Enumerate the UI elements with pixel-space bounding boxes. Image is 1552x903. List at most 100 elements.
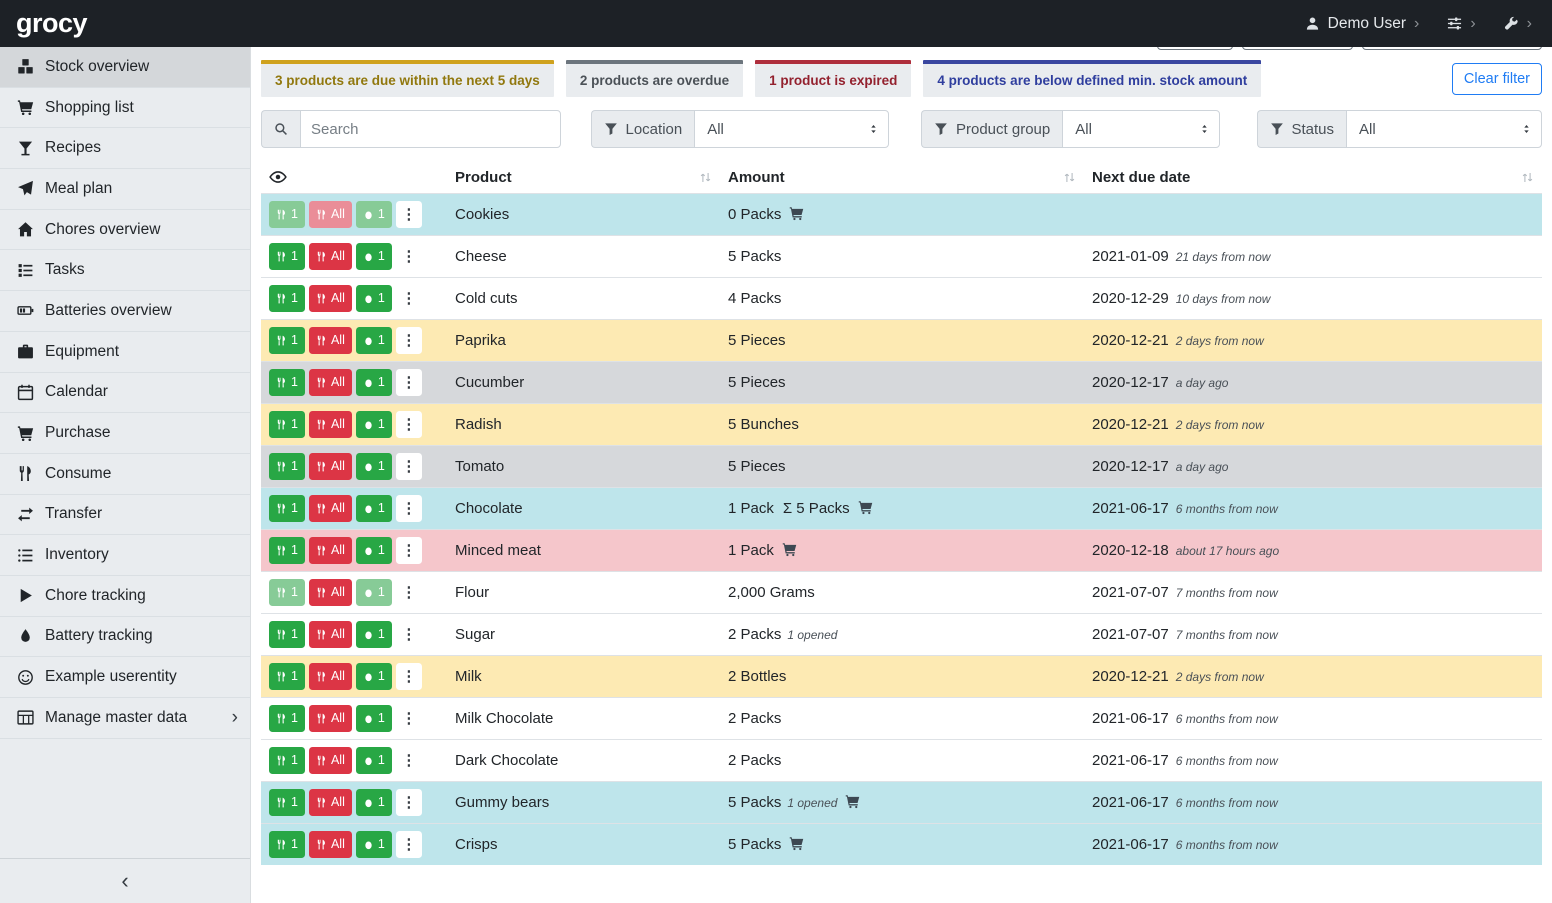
- row-menu-button[interactable]: ⋮: [396, 621, 422, 648]
- sidebar-item-equipment[interactable]: Equipment: [0, 332, 250, 373]
- consume-one-button[interactable]: 1: [269, 285, 305, 312]
- open-one-button[interactable]: 1: [356, 495, 392, 522]
- open-one-button[interactable]: 1: [356, 243, 392, 270]
- sidebar-item-recipes[interactable]: Recipes: [0, 128, 250, 169]
- consume-one-button[interactable]: 1: [269, 453, 305, 480]
- row-menu-button[interactable]: ⋮: [396, 705, 422, 732]
- consume-all-button[interactable]: All: [309, 327, 352, 354]
- open-one-button[interactable]: 1: [356, 369, 392, 396]
- table-row: 1 All 1 ⋮ Minced meat 1 Pack 2020-12-18a…: [261, 530, 1542, 572]
- row-menu-button[interactable]: ⋮: [396, 789, 422, 816]
- product-amount: 5 Pieces: [720, 320, 1084, 362]
- row-menu-button[interactable]: ⋮: [396, 495, 422, 522]
- consume-one-button[interactable]: 1: [269, 327, 305, 354]
- consume-all-button[interactable]: All: [309, 621, 352, 648]
- open-one-button[interactable]: 1: [356, 831, 392, 858]
- open-one-button[interactable]: 1: [356, 327, 392, 354]
- open-one-button[interactable]: 1: [356, 705, 392, 732]
- open-one-button[interactable]: 1: [356, 663, 392, 690]
- open-one-button[interactable]: 1: [356, 285, 392, 312]
- consume-one-button[interactable]: 1: [269, 831, 305, 858]
- consume-one-button[interactable]: 1: [269, 495, 305, 522]
- eye-icon: [269, 168, 287, 186]
- consume-all-button[interactable]: All: [309, 579, 352, 606]
- row-menu-button[interactable]: ⋮: [396, 369, 422, 396]
- row-menu-button[interactable]: ⋮: [396, 537, 422, 564]
- eye-column-header[interactable]: [261, 161, 447, 194]
- consume-all-button[interactable]: All: [309, 705, 352, 732]
- consume-one-button[interactable]: 1: [269, 411, 305, 438]
- consume-all-button[interactable]: All: [309, 453, 352, 480]
- consume-one-button[interactable]: 1: [269, 243, 305, 270]
- admin-menu[interactable]: ›: [1504, 16, 1532, 32]
- sidebar-item-tasks[interactable]: Tasks: [0, 250, 250, 291]
- row-menu-button[interactable]: ⋮: [396, 201, 422, 228]
- consume-one-button[interactable]: 1: [269, 747, 305, 774]
- product-group-select[interactable]: All: [1062, 110, 1219, 148]
- consume-all-button[interactable]: All: [309, 537, 352, 564]
- open-one-button[interactable]: 1: [356, 789, 392, 816]
- consume-all-button[interactable]: All: [309, 831, 352, 858]
- consume-one-button[interactable]: 1: [269, 621, 305, 648]
- below-min-stock-filter-card[interactable]: 4 products are below defined min. stock …: [923, 60, 1261, 97]
- egg-icon: [363, 755, 374, 766]
- row-menu-button[interactable]: ⋮: [396, 663, 422, 690]
- next-due-date: 2021-07-077 months from now: [1084, 572, 1542, 614]
- consume-one-button[interactable]: 1: [269, 369, 305, 396]
- sidebar-item-chore-tracking[interactable]: Chore tracking: [0, 576, 250, 617]
- consume-all-button[interactable]: All: [309, 789, 352, 816]
- sidebar-item-stock-overview[interactable]: Stock overview: [0, 47, 250, 88]
- open-one-button[interactable]: 1: [356, 537, 392, 564]
- consume-all-button[interactable]: All: [309, 747, 352, 774]
- row-menu-button[interactable]: ⋮: [396, 243, 422, 270]
- row-menu-button[interactable]: ⋮: [396, 327, 422, 354]
- consume-all-button[interactable]: All: [309, 663, 352, 690]
- user-menu[interactable]: Demo User ›: [1305, 15, 1420, 33]
- sidebar-item-batteries-overview[interactable]: Batteries overview: [0, 291, 250, 332]
- consume-one-button[interactable]: 1: [269, 663, 305, 690]
- consume-all-button[interactable]: All: [309, 285, 352, 312]
- sidebar-item-meal-plan[interactable]: Meal plan: [0, 169, 250, 210]
- clear-filter-button[interactable]: Clear filter: [1452, 63, 1542, 95]
- sidebar-collapse-button[interactable]: ‹: [0, 858, 250, 903]
- sidebar-item-shopping-list[interactable]: Shopping list: [0, 88, 250, 129]
- row-menu-button[interactable]: ⋮: [396, 453, 422, 480]
- row-menu-button[interactable]: ⋮: [396, 579, 422, 606]
- sidebar-item-purchase[interactable]: Purchase: [0, 413, 250, 454]
- consume-all-button[interactable]: All: [309, 495, 352, 522]
- sidebar-item-example-userentity[interactable]: Example userentity: [0, 657, 250, 698]
- amount-column-header[interactable]: Amount: [720, 161, 1084, 194]
- consume-one-button[interactable]: 1: [269, 705, 305, 732]
- location-select[interactable]: All: [694, 110, 889, 148]
- overdue-filter-card[interactable]: 2 products are overdue: [566, 60, 743, 97]
- consume-all-button[interactable]: All: [309, 369, 352, 396]
- sidebar-item-transfer[interactable]: Transfer: [0, 495, 250, 536]
- sidebar-item-calendar[interactable]: Calendar: [0, 373, 250, 414]
- app-logo[interactable]: grocy: [16, 8, 87, 39]
- sidebar-item-battery-tracking[interactable]: Battery tracking: [0, 617, 250, 658]
- row-menu-button[interactable]: ⋮: [396, 747, 422, 774]
- consume-all-button[interactable]: All: [309, 411, 352, 438]
- sidebar-item-manage-master-data[interactable]: Manage master data ›: [0, 698, 250, 739]
- row-menu-button[interactable]: ⋮: [396, 831, 422, 858]
- search-input[interactable]: [300, 110, 561, 148]
- row-menu-button[interactable]: ⋮: [396, 411, 422, 438]
- open-one-button[interactable]: 1: [356, 453, 392, 480]
- status-select[interactable]: All: [1346, 110, 1542, 148]
- open-one-button[interactable]: 1: [356, 621, 392, 648]
- consume-all-button[interactable]: All: [309, 243, 352, 270]
- consume-one-button[interactable]: 1: [269, 537, 305, 564]
- settings-menu[interactable]: ›: [1447, 16, 1475, 32]
- sidebar-item-consume[interactable]: Consume: [0, 454, 250, 495]
- expired-filter-card[interactable]: 1 product is expired: [755, 60, 911, 97]
- consume-one-button[interactable]: 1: [269, 789, 305, 816]
- sidebar-item-chores-overview[interactable]: Chores overview: [0, 210, 250, 251]
- row-menu-button[interactable]: ⋮: [396, 285, 422, 312]
- open-one-button[interactable]: 1: [356, 747, 392, 774]
- next-due-date-column-header[interactable]: Next due date: [1084, 161, 1542, 194]
- due-soon-filter-card[interactable]: 3 products are due within the next 5 day…: [261, 60, 554, 97]
- sidebar-item-inventory[interactable]: Inventory: [0, 535, 250, 576]
- egg-icon: [363, 545, 374, 556]
- product-column-header[interactable]: Product: [447, 161, 720, 194]
- open-one-button[interactable]: 1: [356, 411, 392, 438]
